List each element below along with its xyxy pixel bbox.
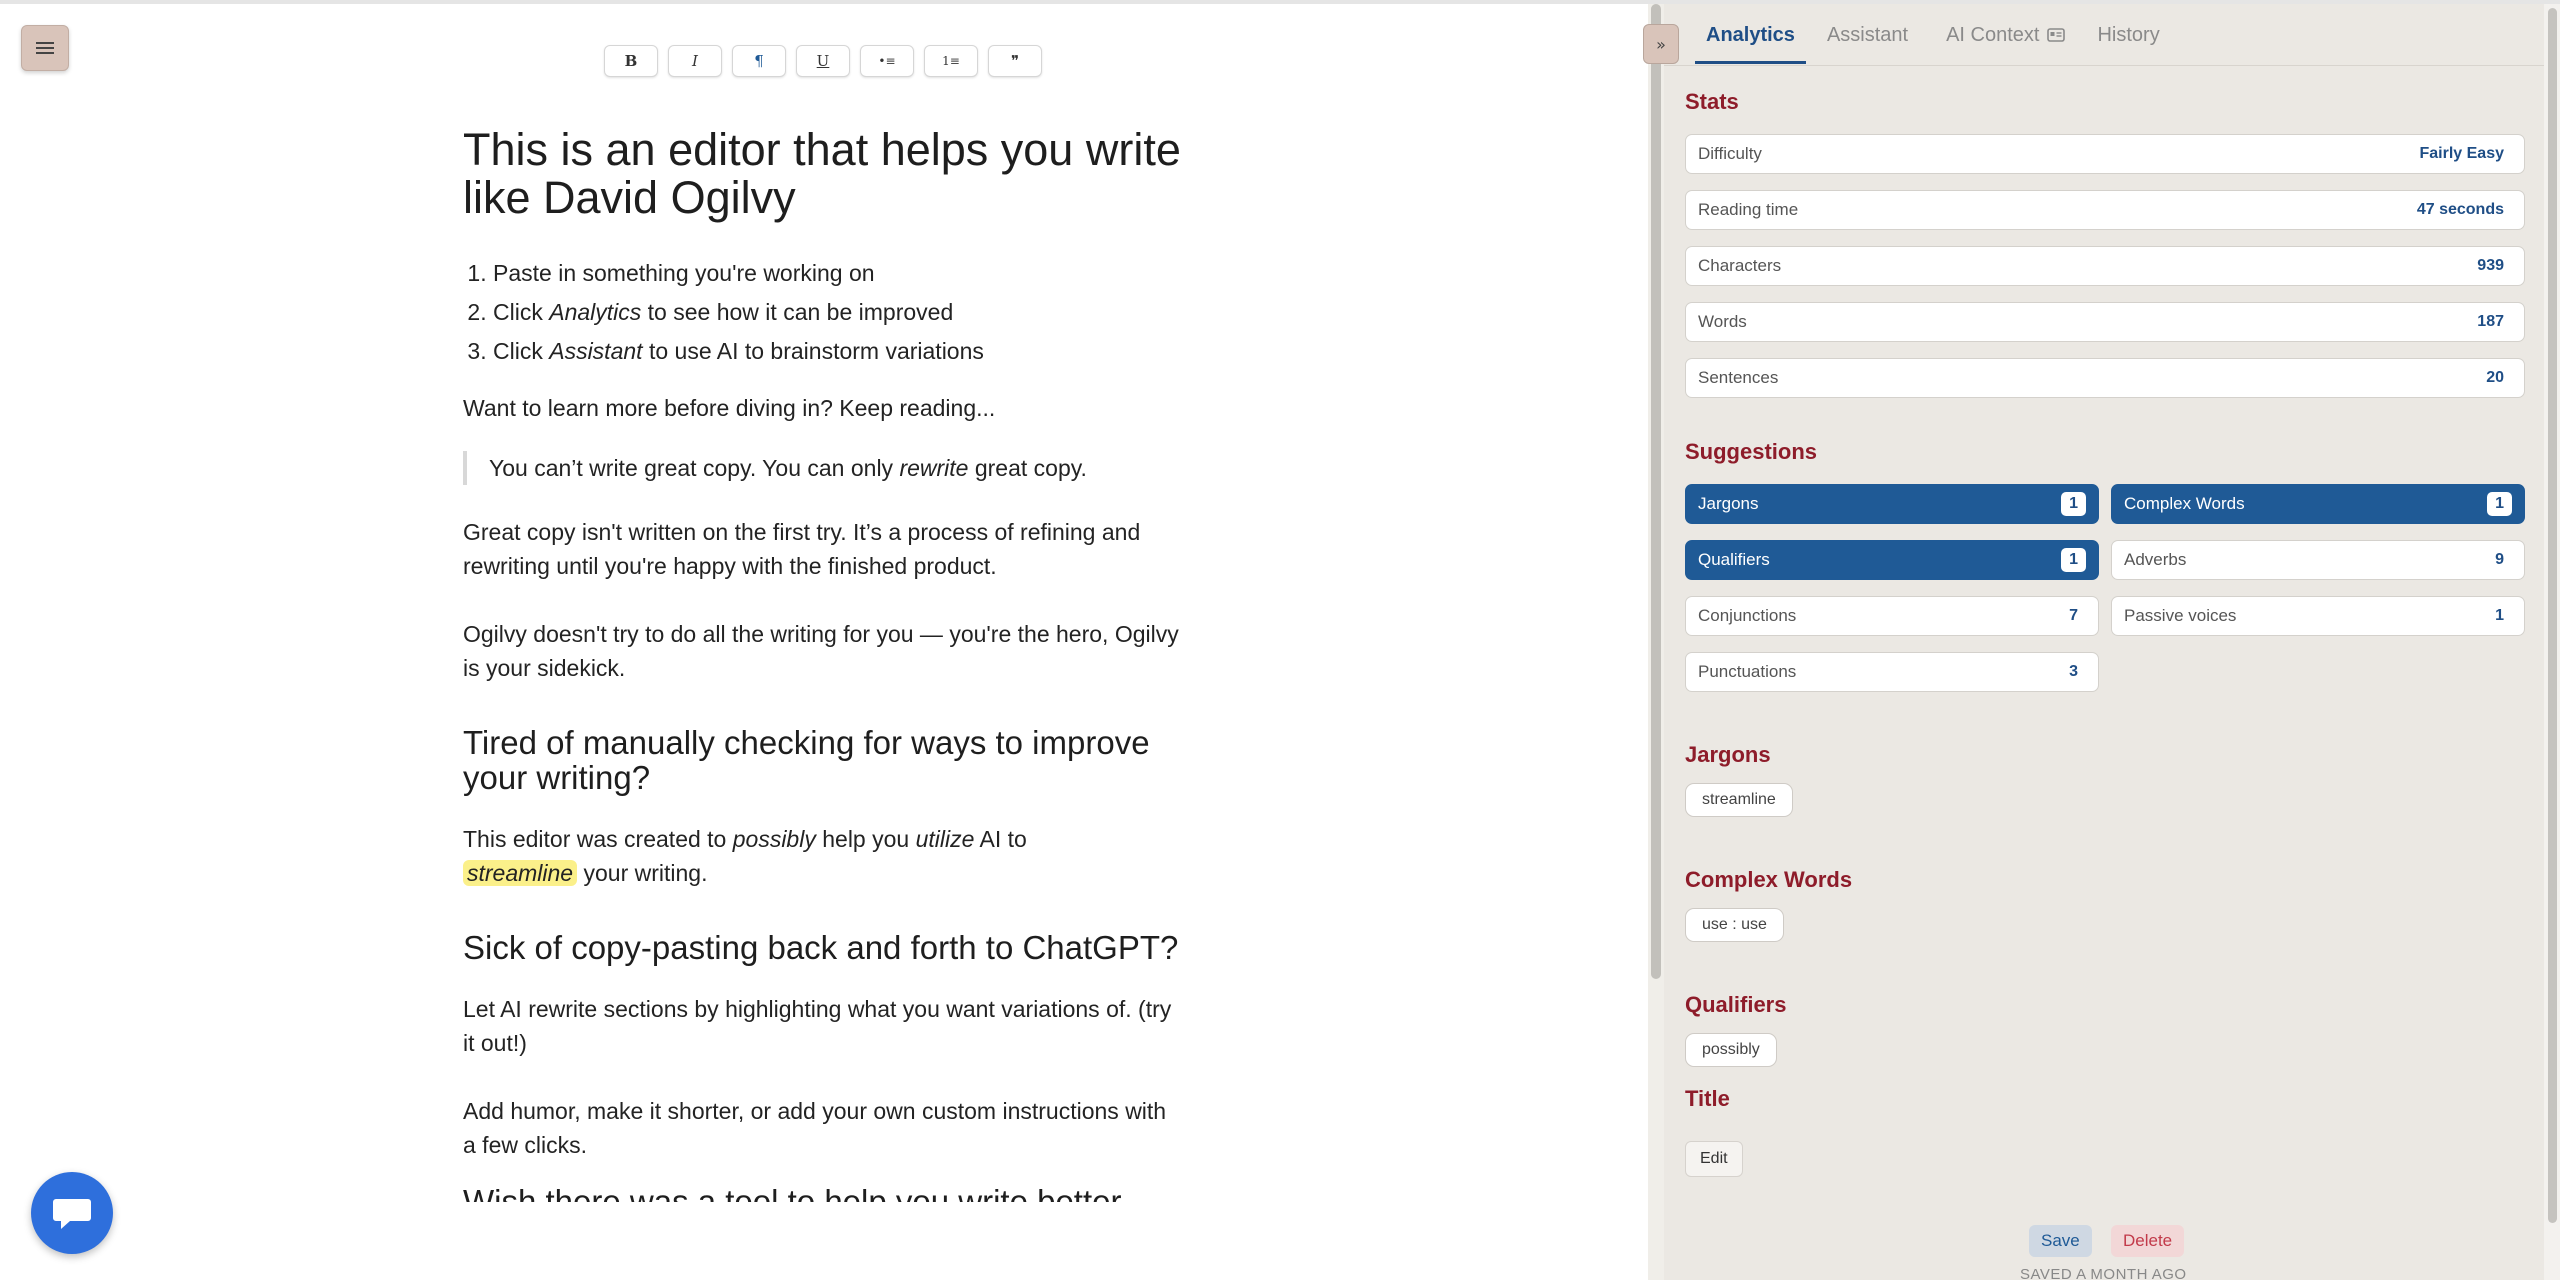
stat-characters: Characters 939 <box>1685 246 2525 286</box>
suggestion-punctuations[interactable]: Punctuations 3 <box>1685 652 2099 692</box>
suggestion-complex-words[interactable]: Complex Words 1 <box>2111 484 2525 524</box>
scrollbar-thumb[interactable] <box>1651 4 1661 979</box>
suggestion-qualifiers[interactable]: Qualifiers 1 <box>1685 540 2099 580</box>
paragraph: Let AI rewrite sections by highlighting … <box>463 996 1172 1056</box>
underline-button[interactable]: U <box>796 45 850 77</box>
stat-words: Words 187 <box>1685 302 2525 342</box>
qualifier-chip[interactable]: possibly <box>1685 1033 1777 1067</box>
tab-analytics[interactable]: Analytics <box>1695 14 1806 64</box>
steps-list: Paste in something you're working on Cli… <box>493 254 1183 371</box>
stat-difficulty: Difficulty Fairly Easy <box>1685 134 2525 174</box>
menu-button[interactable] <box>21 25 69 71</box>
formatting-toolbar: B I ¶ U •≡ 1≡ ❞ <box>604 45 1042 77</box>
list-item: Paste in something you're working on <box>493 254 1183 293</box>
bold-button[interactable]: B <box>604 45 658 77</box>
chat-button[interactable] <box>31 1172 113 1254</box>
saved-status: SAVED A MONTH AGO <box>2020 1266 2187 1280</box>
context-card-icon <box>2047 28 2066 42</box>
editor-document[interactable]: This is an editor that helps you write l… <box>463 126 1183 1202</box>
editor-scrollbar[interactable] <box>1648 4 1664 1280</box>
italic-icon: I <box>692 52 698 70</box>
panel-scrollbar[interactable] <box>2544 4 2560 1280</box>
title-heading: Title <box>1685 1086 1730 1111</box>
delete-button[interactable]: Delete <box>2111 1225 2185 1257</box>
chat-bubble-icon <box>53 1199 91 1229</box>
stats-heading: Stats <box>1685 89 1739 114</box>
paragraph: This editor was created to possibly help… <box>463 826 1027 886</box>
save-button[interactable]: Save <box>2029 1225 2092 1257</box>
jargons-heading: Jargons <box>1685 742 1771 767</box>
section-heading: Sick of copy-pasting back and forth to C… <box>463 929 1179 966</box>
section-heading: Tired of manually checking for ways to i… <box>463 724 1150 796</box>
list-item: Click Assistant to use AI to brainstorm … <box>493 332 1183 371</box>
edit-title-button[interactable]: Edit <box>1685 1141 1743 1177</box>
complex-words-heading: Complex Words <box>1685 867 1853 892</box>
tab-assistant[interactable]: Assistant <box>1816 14 1919 64</box>
italic-button[interactable]: I <box>668 45 722 77</box>
jargon-chip[interactable]: streamline <box>1685 783 1793 817</box>
suggestions-heading: Suggestions <box>1685 439 1818 464</box>
panel-tabs: Analytics Assistant AI Context History <box>1695 14 2181 64</box>
highlighted-jargon[interactable]: streamline <box>463 860 578 886</box>
double-chevron-right-icon: » <box>1656 34 1666 54</box>
section-heading-partial: Wish there was a tool to help you write … <box>463 1184 1183 1202</box>
complex-word-chip[interactable]: use : use <box>1685 908 1784 942</box>
scrollbar-thumb[interactable] <box>2548 8 2557 1223</box>
paragraph: Add humor, make it shorter, or add your … <box>463 1098 1167 1158</box>
collapse-panel-button[interactable]: » <box>1643 24 1679 64</box>
numbered-list-button[interactable]: 1≡ <box>924 45 978 77</box>
list-item: Click Analytics to see how it can be imp… <box>493 293 1183 332</box>
suggestion-adverbs[interactable]: Adverbs 9 <box>2111 540 2525 580</box>
bold-icon: B <box>624 52 638 70</box>
tab-history[interactable]: History <box>2086 14 2170 64</box>
paragraph: Want to learn more before diving in? Kee… <box>463 395 996 421</box>
hamburger-icon <box>36 42 54 54</box>
stat-sentences: Sentences 20 <box>1685 358 2525 398</box>
paragraph: Great copy isn't written on the first tr… <box>463 519 1141 579</box>
quote-icon: ❞ <box>1010 52 1020 70</box>
tabs-divider <box>1664 65 2544 66</box>
suggestion-jargons[interactable]: Jargons 1 <box>1685 484 2099 524</box>
stat-reading-time: Reading time 47 seconds <box>1685 190 2525 230</box>
bullet-list-icon: •≡ <box>878 54 896 68</box>
bullet-list-button[interactable]: •≡ <box>860 45 914 77</box>
suggestion-passive-voices[interactable]: Passive voices 1 <box>2111 596 2525 636</box>
suggestion-conjunctions[interactable]: Conjunctions 7 <box>1685 596 2099 636</box>
document-title: This is an editor that helps you write l… <box>463 124 1181 223</box>
tab-ai-context[interactable]: AI Context <box>1935 14 2076 64</box>
qualifiers-heading: Qualifiers <box>1685 992 1787 1017</box>
underline-icon: U <box>816 52 830 70</box>
numbered-list-icon: 1≡ <box>942 54 960 68</box>
quote-button[interactable]: ❞ <box>988 45 1042 77</box>
blockquote: You can’t write great copy. You can only… <box>463 451 1183 485</box>
paragraph: Ogilvy doesn't try to do all the writing… <box>463 621 1179 681</box>
paragraph-button[interactable]: ¶ <box>732 45 786 77</box>
paragraph-icon: ¶ <box>754 52 764 70</box>
